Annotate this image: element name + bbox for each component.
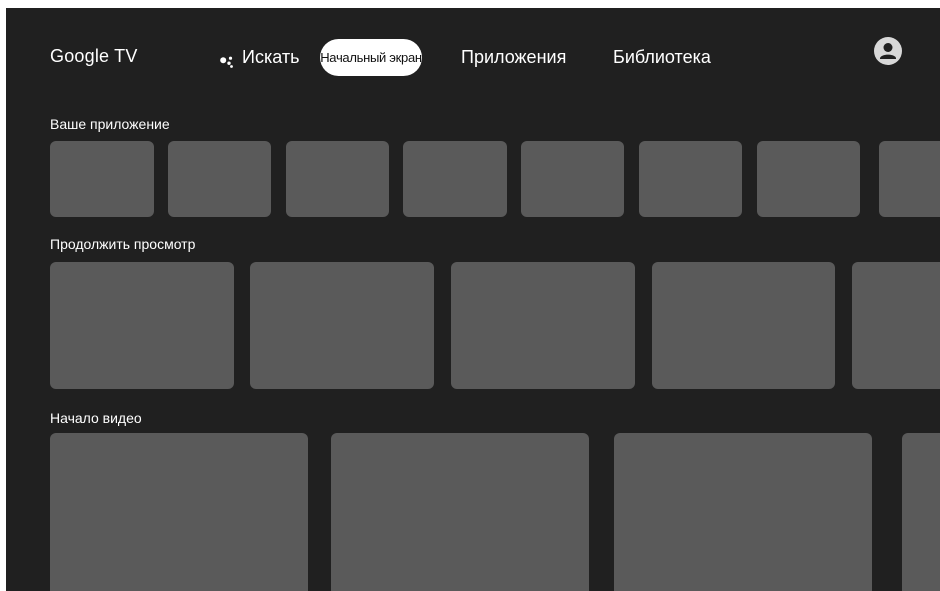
app-tile[interactable] [521,141,624,217]
video-tile[interactable] [902,433,940,591]
section-title-apps: Ваше приложение [50,116,170,132]
continue-watching-tile[interactable] [50,262,234,389]
brand-label: Google TV [50,46,138,66]
tab-apps[interactable]: Приложения [461,39,566,76]
tab-search-label: Искать [242,47,300,67]
tab-apps-label: Приложения [461,47,567,67]
tab-library[interactable]: Библиотека [613,39,711,76]
top-navigation-bar: Google TV Искать Начальный экран Приложе… [6,8,940,108]
app-tile[interactable] [879,141,940,217]
app-tile[interactable] [168,141,271,217]
app-tile[interactable] [286,141,389,217]
continue-watching-tile[interactable] [652,262,835,389]
tv-home-screen: Google TV Искать Начальный экран Приложе… [6,8,940,591]
continue-watching-tile[interactable] [451,262,635,389]
continue-watching-tile[interactable] [852,262,940,389]
app-tile[interactable] [403,141,507,217]
video-tile[interactable] [614,433,872,591]
account-icon[interactable] [874,37,902,65]
video-tile[interactable] [50,433,308,591]
tab-library-label: Библиотека [613,47,711,67]
tab-home-label: Начальный экран [320,50,422,65]
app-tile[interactable] [50,141,154,217]
video-tile[interactable] [331,433,589,591]
section-title-continue-watching: Продолжить просмотр [50,236,196,252]
continue-watching-tile[interactable] [250,262,434,389]
assistant-icon [220,52,234,68]
tab-search[interactable]: Искать [220,39,299,76]
section-title-start-video: Начало видео [50,410,142,426]
tab-home[interactable]: Начальный экран [320,39,422,76]
app-tile[interactable] [639,141,742,217]
app-tile[interactable] [757,141,860,217]
